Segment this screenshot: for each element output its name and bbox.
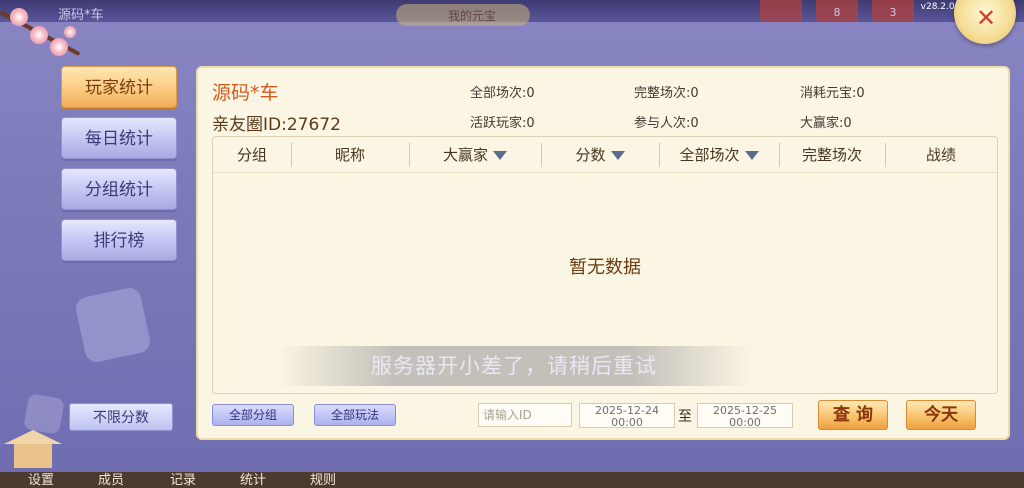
club-name: 源码*车 xyxy=(212,82,279,104)
all-modes-button[interactable]: 全部玩法 xyxy=(314,404,396,426)
card-icon xyxy=(760,0,802,22)
bottom-nav-records[interactable]: 记录 xyxy=(170,469,196,488)
stat-consume-gold: 消耗元宝:0 xyxy=(800,86,865,101)
card-icon: 3 xyxy=(872,0,914,22)
currency-pill-label: 我的元宝 xyxy=(448,9,497,23)
bottom-nav-rules[interactable]: 规则 xyxy=(310,469,336,488)
card-icon: 8 xyxy=(816,0,858,22)
background-title: 源码*车 xyxy=(58,8,104,23)
bottom-nav xyxy=(0,472,1024,488)
menu-player-stats[interactable]: 玩家统计 xyxy=(61,66,177,108)
plum-flower-icon xyxy=(30,26,48,44)
start-date-picker[interactable]: 2025-12-24 00:00 xyxy=(579,403,675,429)
bottom-nav-stats[interactable]: 统计 xyxy=(240,469,266,488)
sort-down-icon xyxy=(493,151,507,160)
today-button[interactable]: 今天 xyxy=(906,400,976,430)
column-nickname: 昵称 xyxy=(334,146,365,164)
query-button[interactable]: 查 询 xyxy=(818,400,888,430)
currency-pill: 我的元宝 xyxy=(396,4,530,26)
bottom-nav-settings[interactable]: 设置 xyxy=(28,469,54,488)
dice-decoration-icon xyxy=(73,285,153,365)
sort-down-icon xyxy=(610,151,625,160)
stat-active-players: 活跃玩家:0 xyxy=(470,116,535,131)
end-date-picker[interactable]: 2025-12-25 00:00 xyxy=(697,403,793,429)
menu-daily-stats[interactable]: 每日统计 xyxy=(61,117,177,159)
empty-state-text: 暂无数据 xyxy=(569,257,641,278)
end-time: 00:00 xyxy=(729,416,761,429)
stat-participants: 参与人次:0 xyxy=(634,116,699,131)
bottom-nav-members[interactable]: 成员 xyxy=(98,469,124,488)
error-toast: 服务器开小差了，请稍后重试 xyxy=(276,346,752,386)
stat-big-winner: 大赢家:0 xyxy=(800,116,852,131)
sort-down-icon xyxy=(744,151,759,160)
plum-flower-icon xyxy=(10,8,28,26)
no-limit-score-button[interactable]: 不限分数 xyxy=(69,403,173,431)
club-id: 亲友圈ID:27672 xyxy=(212,115,341,135)
pavilion-icon xyxy=(4,420,62,470)
table-header: 分组 昵称 大赢家 分数 全部场次 完整场次 战绩 xyxy=(213,137,997,173)
column-group: 分组 xyxy=(236,146,267,164)
stat-complete-rounds: 完整场次:0 xyxy=(634,86,699,101)
column-big-winner[interactable]: 大赢家 xyxy=(409,137,541,173)
player-id-input[interactable] xyxy=(478,403,572,427)
close-button[interactable]: ✕ xyxy=(954,0,1016,44)
menu-group-stats[interactable]: 分组统计 xyxy=(61,168,177,210)
menu-leaderboard[interactable]: 排行榜 xyxy=(61,219,177,261)
all-groups-button[interactable]: 全部分组 xyxy=(212,404,294,426)
close-icon: ✕ xyxy=(976,4,997,32)
column-complete-rounds: 完整场次 xyxy=(801,146,862,164)
plum-flower-icon xyxy=(64,26,76,38)
date-range-separator: 至 xyxy=(678,409,692,425)
column-score[interactable]: 分数 xyxy=(541,137,659,173)
column-record: 战绩 xyxy=(925,146,956,164)
plum-flower-icon xyxy=(50,38,68,56)
column-total-rounds[interactable]: 全部场次 xyxy=(659,137,779,173)
start-time: 00:00 xyxy=(611,416,643,429)
stat-total-rounds: 全部场次:0 xyxy=(470,86,535,101)
